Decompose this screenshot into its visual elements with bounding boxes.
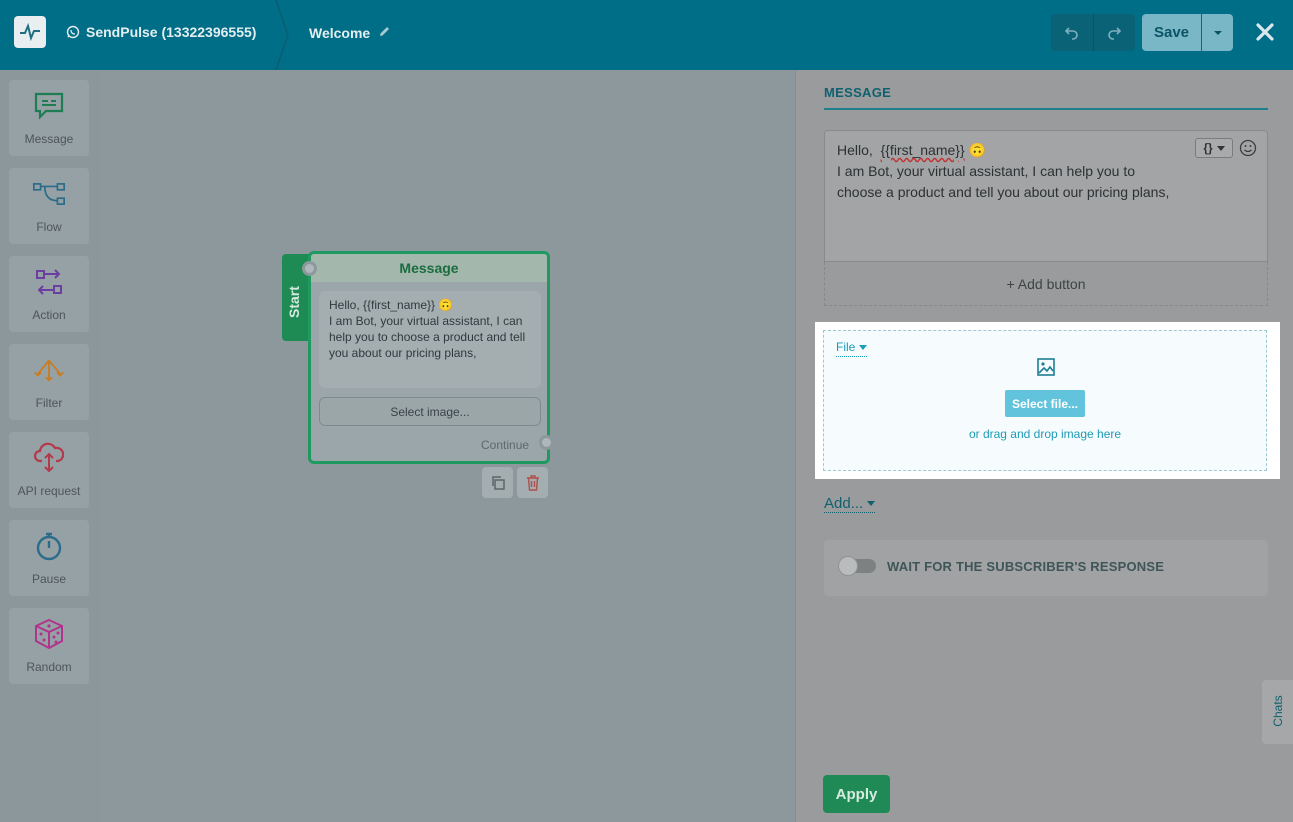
toolbar-item-label: Action [32,308,66,322]
pause-timer-icon [33,530,65,562]
start-label: Start [286,286,302,318]
toolbar-item-flow[interactable]: Flow [9,168,89,244]
whatsapp-icon [66,25,80,39]
braces-icon: {} [1203,140,1213,155]
message-line-1: Hello, {{first_name}} 🙃 [837,140,1177,161]
message-textarea[interactable]: Hello, {{first_name}} 🙃 I am Bot, your v… [824,130,1268,262]
flow-title[interactable]: Welcome [309,25,391,41]
flow-title-label: Welcome [309,25,371,41]
toolbar-item-action[interactable]: Action [9,256,89,332]
toggle-knob [838,556,858,576]
save-options-dropdown[interactable] [1202,14,1233,51]
toolbar-item-label: Random [26,660,72,674]
panel-title: MESSAGE [824,85,892,100]
message-node-body: I am Bot, your virtual assistant, I can … [329,314,526,360]
file-type-label: File [836,340,856,354]
continue-label: Continue [481,438,530,452]
undo-redo-group [1051,14,1135,51]
caret-down-icon [867,501,876,506]
wait-response-label: WAIT FOR THE SUBSCRIBER'S RESPONSE [887,559,1165,574]
element-toolbar: Message Flow Action Filter API request P… [0,70,100,822]
continue-output-port[interactable] [539,435,554,450]
node-actions [482,467,548,498]
file-type-dropdown[interactable]: File [836,340,868,357]
toolbar-item-message[interactable]: Message [9,80,89,156]
node-input-port[interactable] [302,261,317,276]
message-line-2: I am Bot, your virtual assistant, I can … [837,163,1170,200]
apply-button[interactable]: Apply [823,775,890,813]
filter-icon [33,354,65,386]
file-upload-block: File Select file... or drag and drop ima… [815,322,1280,479]
flow-icon [33,178,65,210]
select-file-button[interactable]: Select file... [1005,390,1085,417]
action-icon [33,266,65,298]
toolbar-item-label: Flow [36,220,62,234]
delete-node-button[interactable] [517,467,548,498]
message-node-title: Message [311,254,547,282]
bot-selector[interactable]: SendPulse (13322396555) [66,24,256,40]
top-bar: SendPulse (13322396555) Welcome Save [0,0,1293,70]
redo-icon [1108,26,1122,40]
pulse-logo-icon[interactable] [14,16,46,48]
redo-button[interactable] [1092,14,1136,51]
caret-down-icon [1213,30,1222,35]
duplicate-node-button[interactable] [482,467,513,498]
message-greeting: Hello, [837,142,881,158]
caret-down-icon [1216,145,1225,151]
pencil-icon[interactable] [378,25,391,41]
toolbar-item-pause[interactable]: Pause [9,520,89,596]
dice-icon [33,618,65,650]
close-button[interactable] [1252,18,1278,46]
toolbar-item-label: API request [17,484,81,498]
message-icon [33,90,65,122]
toolbar-item-filter[interactable]: Filter [9,344,89,420]
breadcrumb-separator [275,0,289,70]
add-more-label: Add... [824,495,864,512]
bot-name-label: SendPulse (13322396555) [86,24,257,40]
emoji-glyph: 🙃 [968,142,986,158]
toolbar-item-label: Filter [35,396,63,410]
insert-variable-button[interactable]: {} [1195,138,1233,158]
message-node-greeting: Hello, {{first_name}} 🙃 [329,298,454,312]
add-button-link[interactable]: + Add button [824,262,1268,306]
undo-icon [1064,26,1078,40]
toolbar-item-random[interactable]: Random [9,608,89,684]
add-more-dropdown[interactable]: Add... [824,495,876,513]
wait-response-section: WAIT FOR THE SUBSCRIBER'S RESPONSE [824,540,1268,596]
emoji-picker-icon[interactable] [1239,139,1257,157]
close-icon [1256,23,1274,41]
caret-down-icon [859,344,868,350]
message-node-text: Hello, {{first_name}} 🙃 I am Bot, your v… [319,291,541,388]
api-request-icon [33,442,65,474]
select-image-button[interactable]: Select image... [319,397,541,426]
message-node[interactable]: Message Hello, {{first_name}} 🙃 I am Bot… [308,251,550,464]
wait-response-toggle[interactable] [838,556,876,576]
toolbar-item-label: Pause [31,572,67,586]
copy-icon [491,475,505,490]
chats-tab-label: Chats [1271,695,1285,727]
drag-drop-hint: or drag and drop image here [968,427,1122,441]
trash-icon [526,474,539,491]
save-button[interactable]: Save [1142,14,1201,51]
undo-button[interactable] [1051,14,1093,51]
chats-tab[interactable]: Chats [1262,680,1293,744]
toolbar-item-api-request[interactable]: API request [9,432,89,508]
file-dropzone[interactable]: File Select file... or drag and drop ima… [823,330,1267,471]
image-icon [1037,358,1055,376]
panel-title-underline [824,108,1268,110]
first-name-variable: {{first_name}} [880,142,965,158]
toolbar-item-label: Message [24,132,74,146]
